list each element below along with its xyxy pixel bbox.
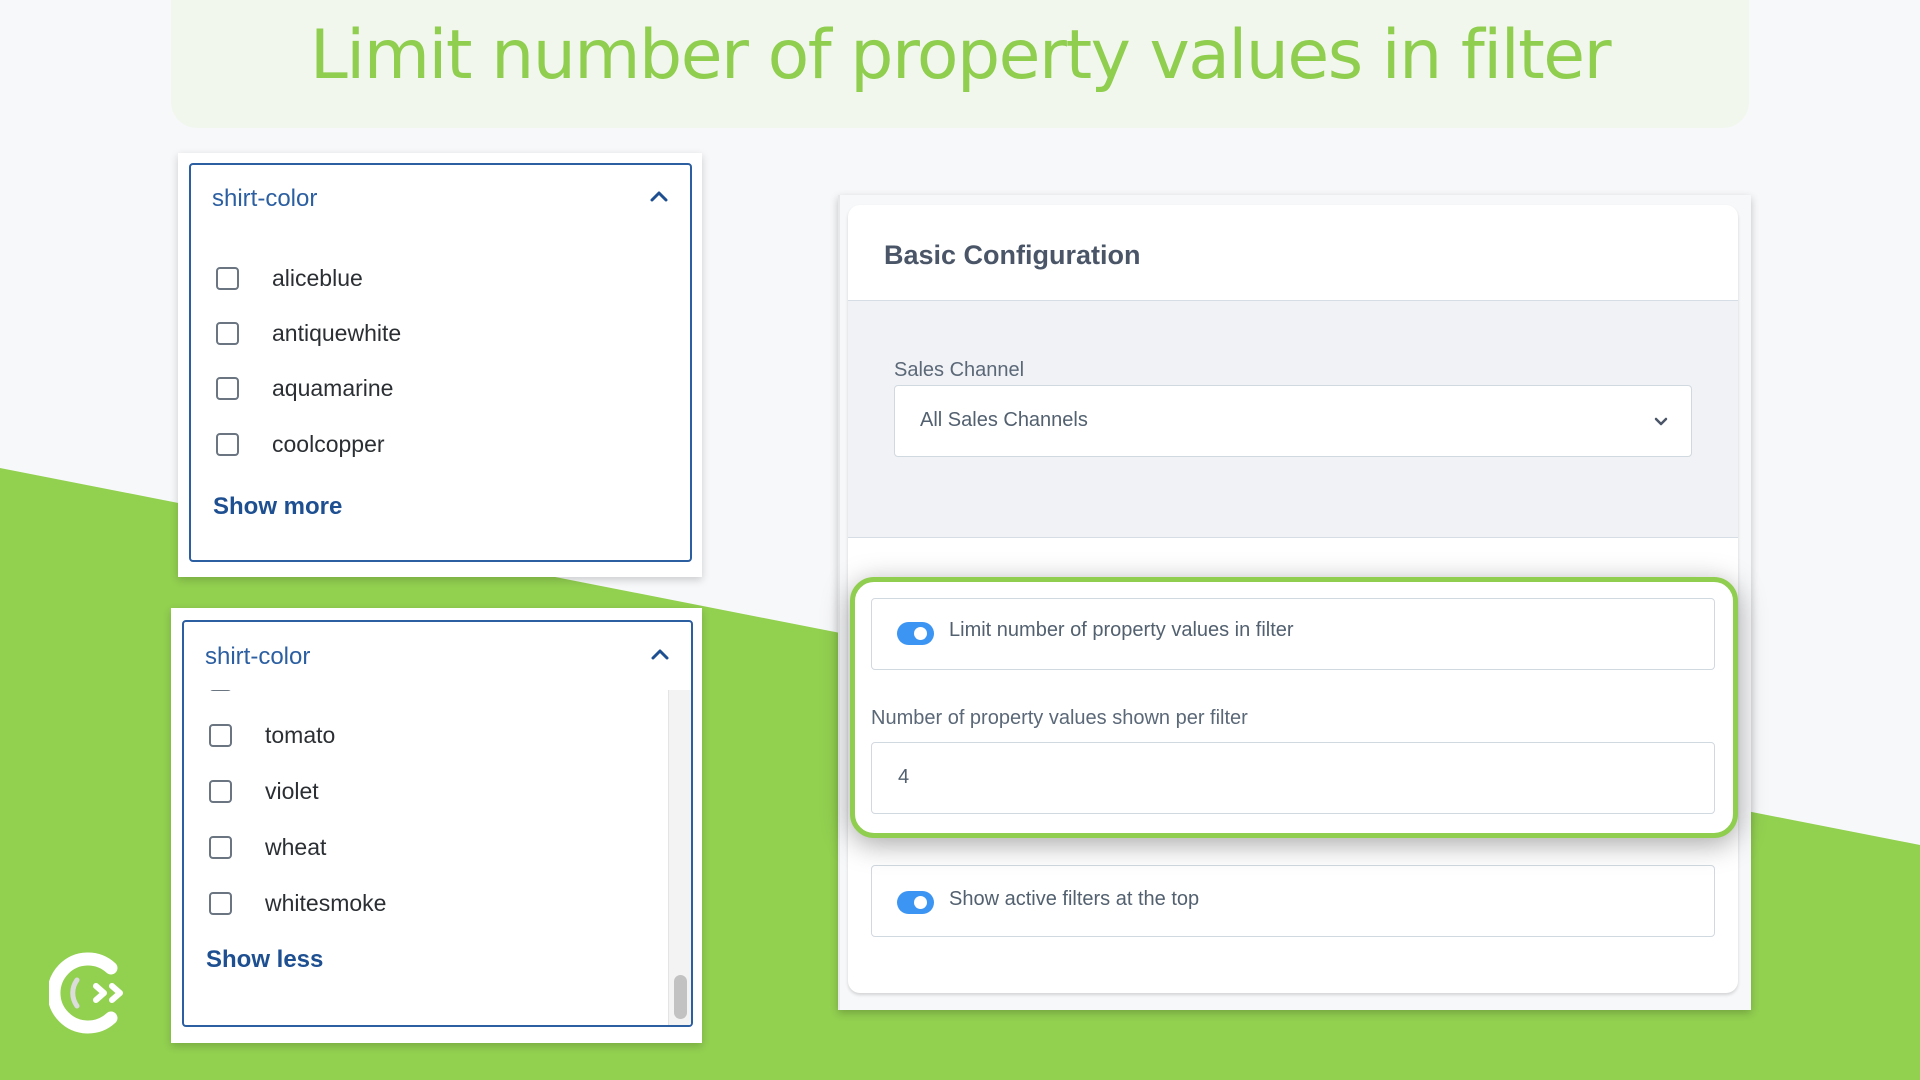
filter-title[interactable]: shirt-color — [212, 185, 317, 213]
values-per-filter-value: 4 — [898, 766, 910, 788]
chevron-down-icon — [1654, 417, 1668, 426]
active-filters-toggle-row: Show active filters at the top — [871, 865, 1715, 937]
sales-channel-value: All Sales Channels — [920, 409, 1088, 431]
limit-values-toggle[interactable] — [897, 622, 934, 645]
filter-option-label: aquamarine — [272, 375, 394, 401]
values-per-filter-input[interactable]: 4 — [871, 742, 1715, 814]
sales-channel-section: Sales Channel All Sales Channels — [848, 301, 1738, 538]
filter-title[interactable]: shirt-color — [205, 643, 310, 671]
brand-logo-icon — [49, 952, 123, 1034]
checkbox[interactable] — [216, 377, 239, 400]
toggle-knob — [914, 627, 927, 640]
filter-options-scroll-area[interactable]: thistle tomato violet wheat whitesmoke S… — [184, 690, 691, 1025]
chevron-up-icon[interactable] — [648, 643, 672, 667]
filter-option[interactable]: aliceblue — [191, 259, 690, 299]
filter-option[interactable]: antiquewhite — [191, 314, 690, 354]
page-title: Limit number of property values in filte… — [309, 16, 1612, 95]
checkbox[interactable] — [209, 892, 232, 915]
checkbox[interactable] — [216, 433, 239, 456]
checkbox[interactable] — [216, 322, 239, 345]
filter-option[interactable]: tomato — [184, 716, 691, 756]
card-title: Basic Configuration — [884, 240, 1141, 270]
active-filters-toggle-label: Show active filters at the top — [949, 888, 1200, 910]
filter-option[interactable]: wheat — [184, 828, 691, 868]
filter-option-label: antiquewhite — [272, 320, 402, 346]
checkbox[interactable] — [209, 836, 232, 859]
filter-option-label: aliceblue — [272, 265, 363, 291]
checkbox[interactable] — [216, 267, 239, 290]
show-more-link[interactable]: Show more — [213, 493, 342, 521]
scrollbar-thumb[interactable] — [674, 975, 687, 1019]
limit-values-toggle-row: Limit number of property values in filte… — [871, 598, 1715, 670]
title-banner: Limit number of property values in filte… — [171, 0, 1749, 128]
highlighted-limit-settings: Limit number of property values in filte… — [850, 577, 1738, 838]
filter-dropdown: shirt-color aliceblue antiquewhite aquam… — [189, 163, 692, 562]
sales-channel-label: Sales Channel — [894, 359, 1025, 381]
filter-panel-preview-limited: shirt-color aliceblue antiquewhite aquam… — [178, 153, 702, 577]
values-per-filter-label: Number of property values shown per filt… — [871, 707, 1248, 729]
sales-channel-select[interactable]: All Sales Channels — [894, 385, 1692, 457]
active-filters-toggle[interactable] — [897, 891, 934, 914]
filter-panel-preview-expanded: shirt-color thistle tomato violet wheat — [171, 608, 702, 1043]
filter-option-label: tomato — [265, 722, 336, 748]
checkbox[interactable] — [209, 724, 232, 747]
filter-option-label: violet — [265, 778, 319, 804]
filter-option-label: wheat — [265, 834, 327, 860]
filter-option[interactable]: aquamarine — [191, 369, 690, 409]
filter-option-label: thistle — [265, 690, 325, 693]
scrollbar-track[interactable] — [668, 690, 691, 1025]
filter-option[interactable]: whitesmoke — [184, 884, 691, 924]
filter-dropdown: shirt-color thistle tomato violet wheat — [182, 620, 693, 1027]
checkbox[interactable] — [209, 780, 232, 803]
limit-values-toggle-label: Limit number of property values in filte… — [949, 619, 1294, 641]
filter-option[interactable]: coolcopper — [191, 425, 690, 465]
checkbox[interactable] — [209, 690, 232, 691]
filter-option[interactable]: thistle — [184, 690, 691, 700]
card-header: Basic Configuration — [848, 205, 1738, 301]
filter-option[interactable]: violet — [184, 772, 691, 812]
toggle-knob — [914, 896, 927, 909]
chevron-up-icon[interactable] — [647, 185, 671, 209]
show-less-link[interactable]: Show less — [206, 946, 323, 974]
filter-option-label: whitesmoke — [265, 890, 387, 916]
filter-option-label: coolcopper — [272, 431, 385, 457]
